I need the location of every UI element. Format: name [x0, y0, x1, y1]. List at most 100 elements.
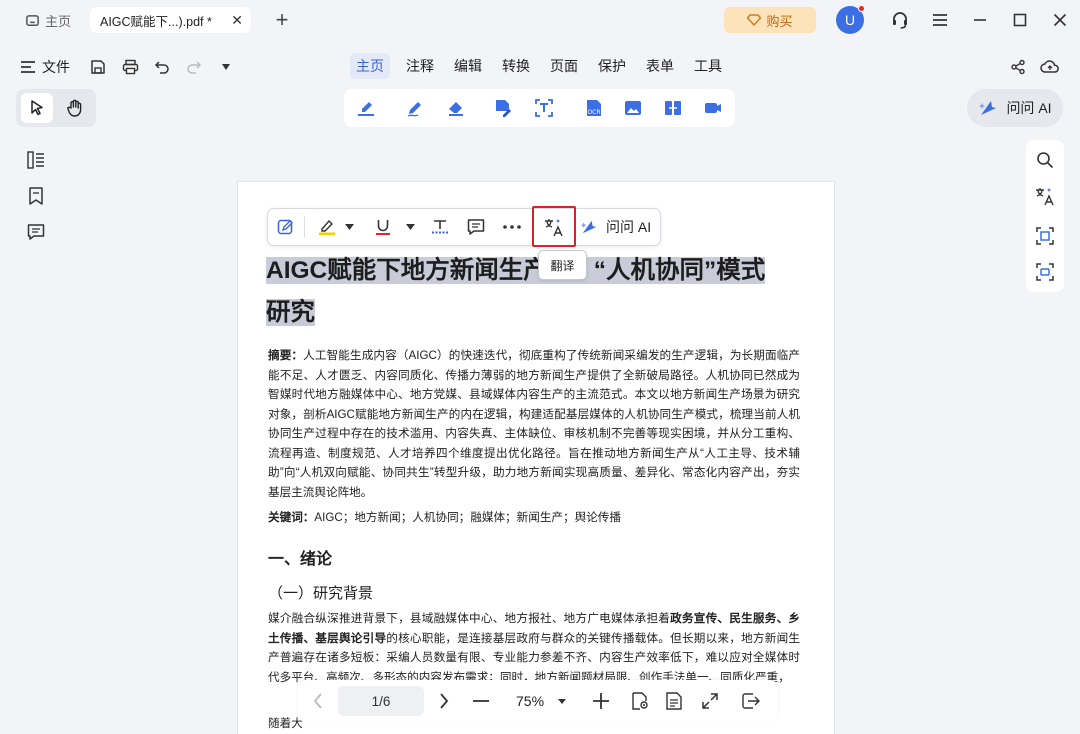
file-menu[interactable]: 文件: [20, 56, 70, 78]
video-icon: [705, 103, 721, 113]
tab-comment[interactable]: 注释: [400, 53, 440, 79]
previous-page-button[interactable]: [306, 689, 330, 713]
section-heading-1[interactable]: 一、绪论: [268, 545, 332, 569]
background-paragraph[interactable]: 媒介融合纵深推进背景下，县域融媒体中心、地方报社、地方广电媒体承担着政务宣传、民…: [268, 609, 800, 687]
highlight-text-button[interactable]: [315, 215, 339, 239]
fullscreen-button[interactable]: [698, 689, 722, 713]
keywords-label: 关键词：: [268, 511, 315, 524]
add-comment-button[interactable]: [464, 215, 488, 239]
background-text-1: 媒介融合纵深推进背景下，县域融媒体中心、地方报社、地方广电媒体承担着: [268, 612, 671, 625]
close-window-button[interactable]: [1048, 8, 1072, 32]
translate-icon: [1036, 188, 1054, 206]
home-icon: [26, 14, 39, 26]
ai-sparkle-icon: [979, 101, 997, 115]
select-mode-button[interactable]: [21, 93, 53, 123]
ocr-tool[interactable]: OCR: [582, 96, 606, 120]
eraser-icon: [449, 102, 463, 116]
tab-convert[interactable]: 转换: [496, 53, 536, 79]
text-recognition-tool[interactable]: [532, 96, 556, 120]
edit-icon: [277, 219, 293, 235]
buy-button[interactable]: 购买: [724, 7, 816, 33]
zoom-dropdown[interactable]: 75%: [516, 690, 567, 712]
title-line2: 研究: [266, 299, 315, 326]
menu-button[interactable]: [928, 8, 952, 32]
bookmarks-button[interactable]: [24, 184, 48, 208]
abstract-label: 摘要：: [268, 349, 304, 362]
hand-icon: [67, 99, 82, 117]
read-mode-button[interactable]: [628, 689, 652, 713]
print-icon: [122, 59, 138, 75]
comments-panel-button[interactable]: [24, 220, 48, 244]
expand-icon: [702, 693, 718, 709]
edit-pdf-tool[interactable]: [491, 96, 515, 120]
strikethrough-button[interactable]: [428, 215, 452, 239]
image-icon: [625, 101, 641, 115]
pen-icon: [407, 102, 421, 117]
print-button[interactable]: [118, 55, 142, 79]
user-avatar[interactable]: U: [836, 5, 865, 34]
compare-icon: [665, 101, 681, 115]
zoom-in-button[interactable]: [589, 689, 613, 713]
ask-ai-button[interactable]: 问问 AI: [967, 89, 1063, 127]
new-tab-button[interactable]: +: [270, 7, 294, 32]
save-button[interactable]: [86, 55, 110, 79]
highlight-tool[interactable]: [354, 96, 378, 120]
pdf-page[interactable]: AIGC赋能下地方新闻生产 “人机协同”模式 研究 摘要：人工智能生成内容（AIG…: [237, 181, 835, 734]
maximize-button[interactable]: [1008, 8, 1032, 32]
eraser-tool[interactable]: [444, 96, 468, 120]
document-title[interactable]: AIGC赋能下地方新闻生产 “人机协同”模式 研究: [266, 250, 806, 334]
scan-text-icon: [535, 99, 553, 117]
edit-text-button[interactable]: [274, 215, 298, 239]
highlighter-icon: [319, 219, 335, 235]
underline-color-dropdown[interactable]: [403, 215, 417, 239]
caret-down-icon: [558, 698, 567, 704]
abstract-paragraph[interactable]: 摘要：人工智能生成内容（AIGC）的快速迭代，彻底重构了传统新闻采编发的生产逻辑…: [268, 346, 800, 502]
search-button[interactable]: [1033, 148, 1057, 172]
image-tool[interactable]: [621, 96, 645, 120]
highlight-color-dropdown[interactable]: [342, 215, 356, 239]
title-line1-start: AIGC赋能下地方新闻生产: [266, 257, 548, 284]
tab-protect[interactable]: 保护: [592, 53, 632, 79]
page-layout-button[interactable]: [662, 689, 686, 713]
more-options-button[interactable]: [500, 215, 524, 239]
screen-capture-button[interactable]: [1033, 260, 1057, 284]
minus-icon: [473, 700, 489, 702]
chevron-left-icon: [313, 693, 322, 709]
cursor-icon: [31, 100, 43, 116]
tab-form[interactable]: 表单: [640, 53, 680, 79]
page-number-input[interactable]: 1/6: [338, 686, 424, 716]
fit-page-button[interactable]: [739, 689, 763, 713]
section-heading-2[interactable]: （一）研究背景: [268, 582, 373, 603]
crop-button[interactable]: [1033, 224, 1057, 248]
next-page-button[interactable]: [432, 689, 456, 713]
compare-tool[interactable]: [661, 96, 685, 120]
support-button[interactable]: [888, 8, 912, 32]
undo-button[interactable]: [150, 55, 174, 79]
close-tab-icon[interactable]: ✕: [231, 12, 243, 29]
document-tab[interactable]: AIGC赋能下...).pdf * ✕: [90, 7, 251, 33]
translate-panel-button[interactable]: [1033, 184, 1057, 208]
thumbnails-button[interactable]: [24, 148, 48, 172]
headset-icon: [893, 12, 907, 29]
tab-page[interactable]: 页面: [544, 53, 584, 79]
selection-ask-ai-button[interactable]: 问问 AI: [580, 215, 651, 239]
home-tab[interactable]: 主页: [14, 7, 82, 33]
zoom-out-button[interactable]: [469, 689, 493, 713]
underline-button[interactable]: [371, 215, 395, 239]
cloud-button[interactable]: [1038, 55, 1062, 79]
quick-access-dropdown[interactable]: [214, 55, 238, 79]
share-button[interactable]: [1006, 55, 1030, 79]
title-line1-end: “人机协同”模式: [593, 257, 766, 284]
minimize-button[interactable]: [968, 8, 992, 32]
tab-home[interactable]: 主页: [350, 53, 390, 79]
share-icon: [1011, 59, 1025, 75]
hand-mode-button[interactable]: [59, 93, 91, 123]
capture-icon: [1036, 263, 1054, 281]
text-note-tool[interactable]: [403, 96, 427, 120]
redo-button[interactable]: [182, 55, 206, 79]
chevron-right-icon: [440, 693, 449, 709]
keywords-paragraph[interactable]: 关键词：AIGC；地方新闻；人机协同；融媒体；新闻生产；舆论传播: [268, 508, 800, 528]
screen-record-tool[interactable]: [701, 96, 725, 120]
tab-tools[interactable]: 工具: [688, 53, 728, 79]
tab-edit[interactable]: 编辑: [448, 53, 488, 79]
